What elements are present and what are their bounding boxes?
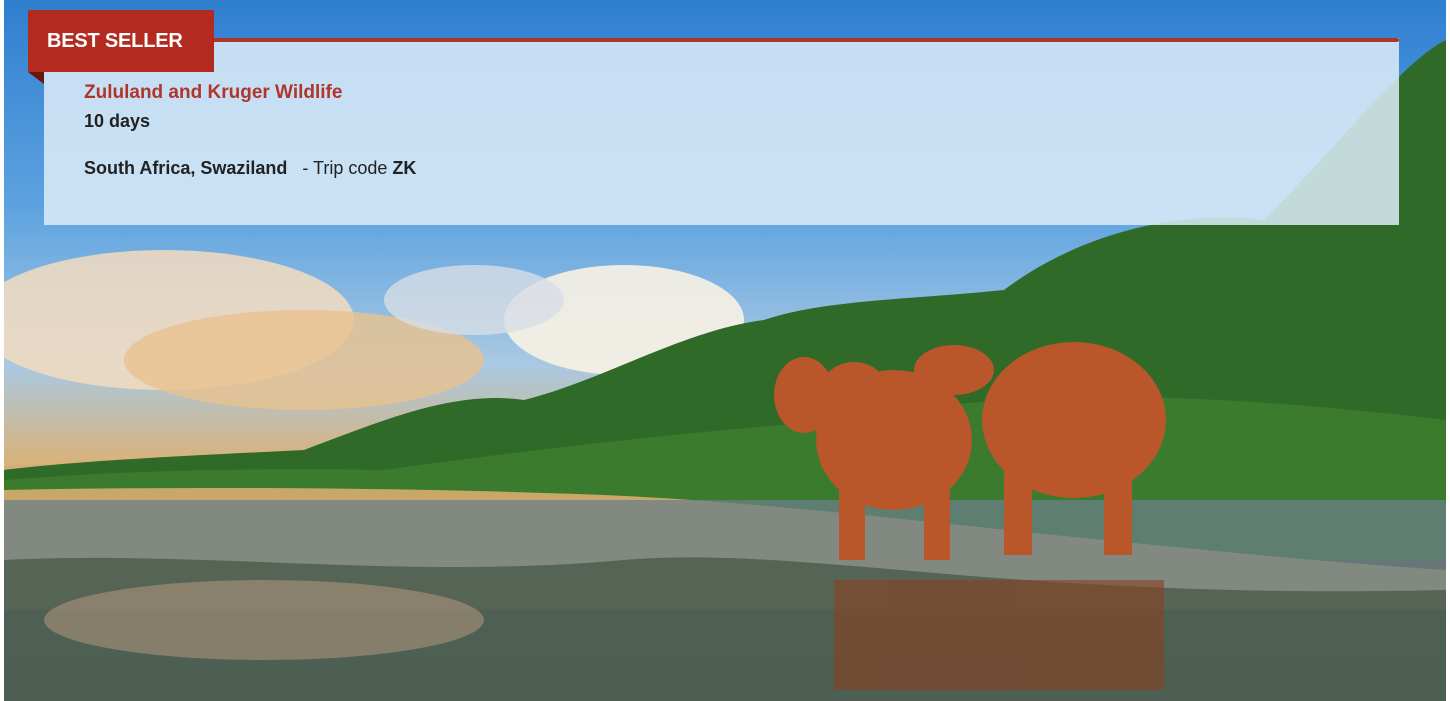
- trip-code: ZK: [392, 158, 417, 178]
- trip-banner: [44, 38, 1399, 225]
- best-seller-label: BEST SELLER: [47, 29, 183, 52]
- trip-countries: South Africa, Swaziland: [84, 158, 288, 178]
- banner-divider: [210, 38, 1399, 42]
- trip-code-prefix: - Trip code: [297, 158, 393, 178]
- trip-duration: 10 days: [84, 111, 151, 131]
- trip-meta: South Africa, Swaziland - Trip code ZK: [84, 158, 416, 179]
- badge-fold: [28, 72, 44, 84]
- best-seller-badge: BEST SELLER: [28, 10, 214, 72]
- trip-title-link[interactable]: Zululand and Kruger Wildlife: [84, 82, 342, 104]
